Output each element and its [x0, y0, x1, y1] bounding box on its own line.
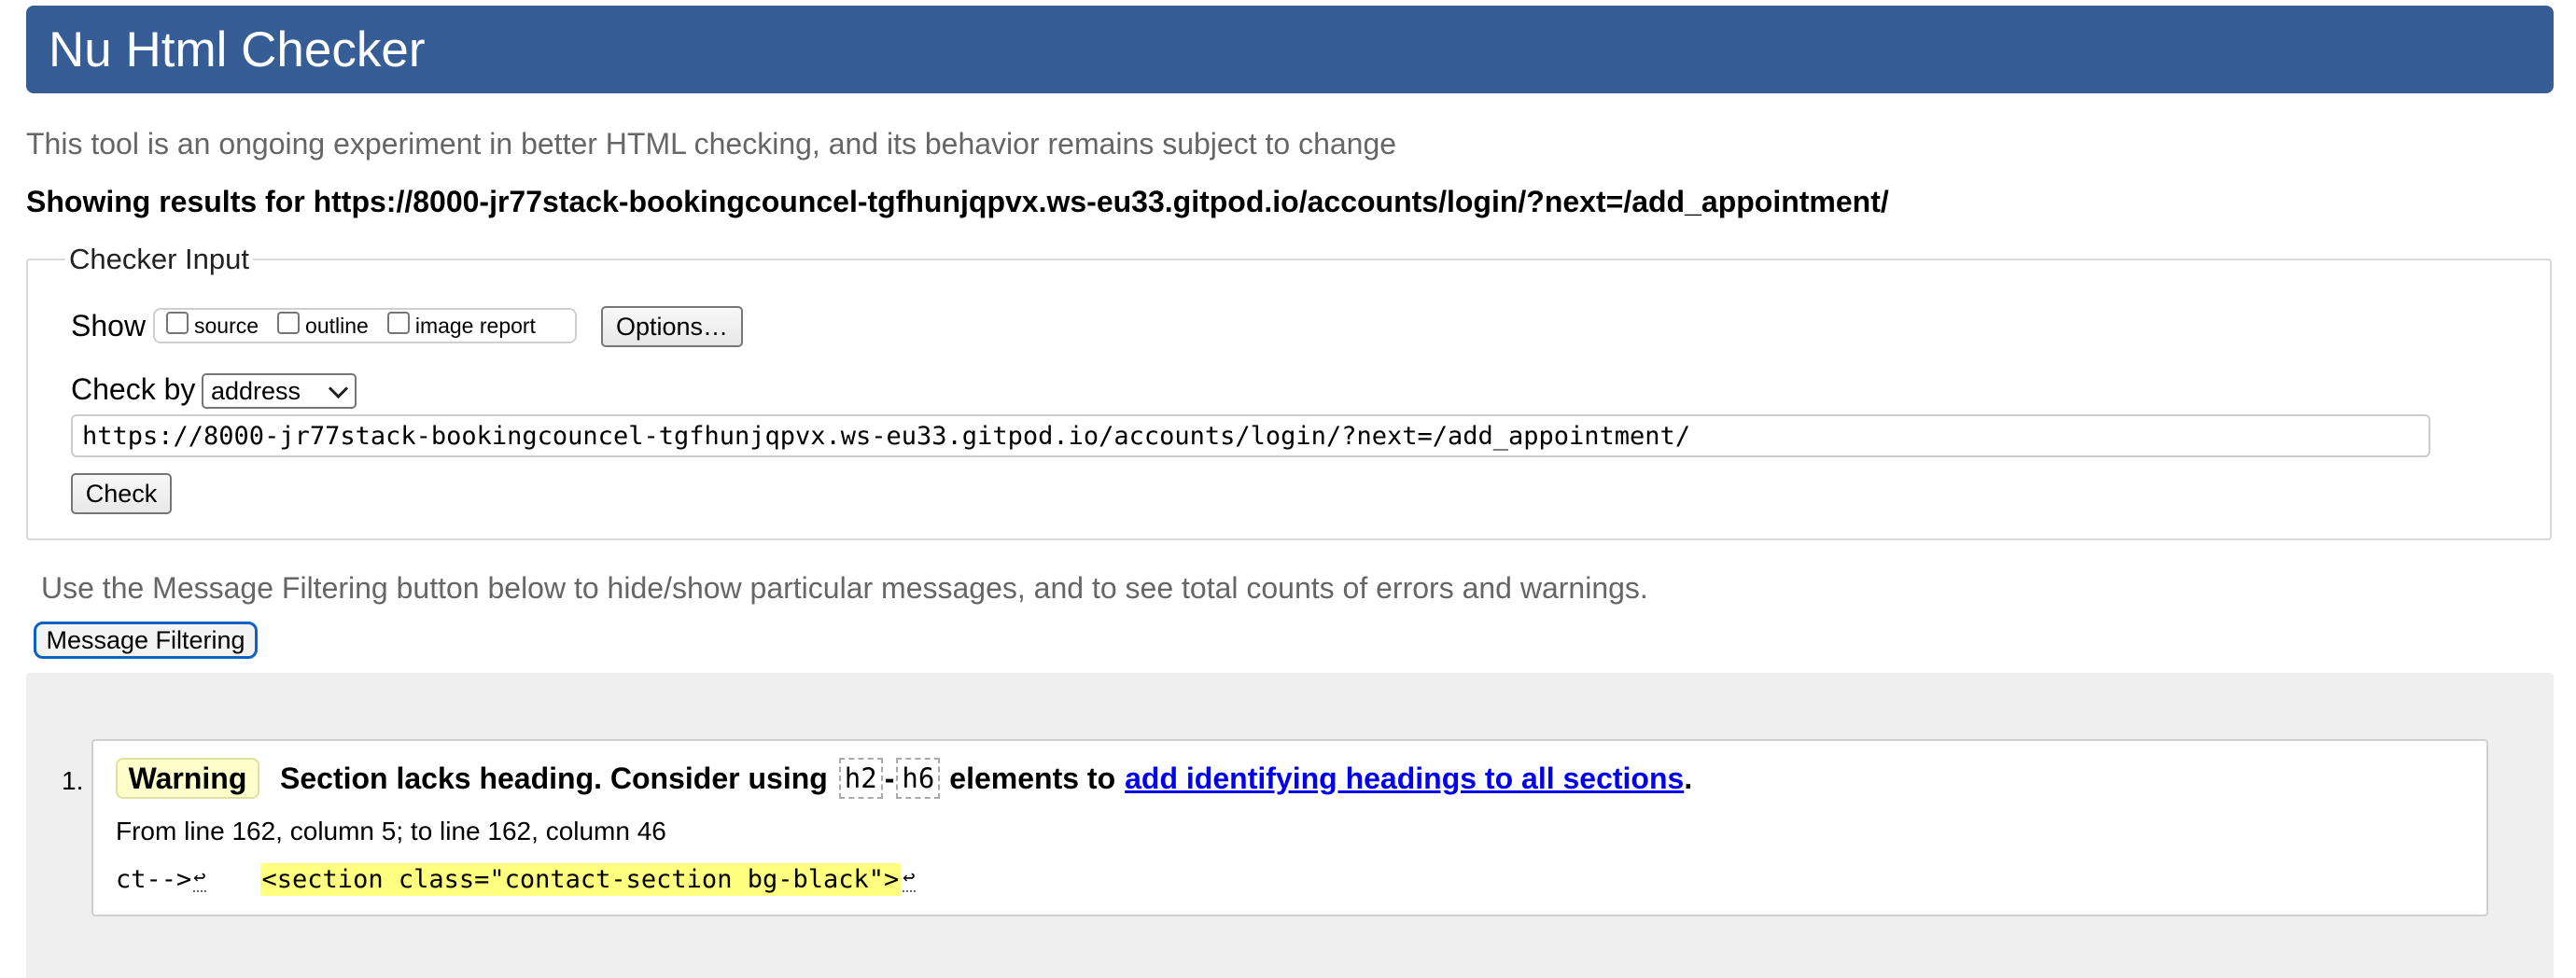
show-source-option[interactable]: source — [166, 312, 259, 339]
message-text-before: Section lacks heading. Consider using — [280, 761, 828, 795]
intro-text: This tool is an ongoing experiment in be… — [26, 127, 1397, 161]
code-h2: h2 — [838, 758, 883, 799]
image-report-checkbox[interactable] — [386, 312, 410, 334]
image-report-checkbox-label: image report — [414, 313, 536, 338]
show-label: Show — [71, 309, 147, 342]
checker-input-legend: Checker Input — [65, 242, 253, 277]
show-options-group: source outline image report — [153, 308, 577, 343]
extract-highlight: <section class="contact-section bg-black… — [259, 862, 902, 896]
results-title: Showing results for https://8000-jr77sta… — [26, 185, 1889, 218]
outline-checkbox-label: outline — [305, 313, 369, 338]
message-item: Warning Section lacks heading. Consider … — [91, 739, 2488, 916]
code-dash: - — [884, 761, 895, 795]
message-filtering-button[interactable]: Message Filtering — [34, 622, 258, 659]
options-button[interactable]: Options… — [601, 306, 743, 347]
check-by-label: Check by — [71, 372, 196, 406]
code-extract: ct--> ↩ <section class="contact-section … — [116, 862, 916, 896]
message-text-end: . — [1684, 761, 1693, 795]
checker-input-fieldset: Checker Input Show source outline image … — [26, 242, 2552, 540]
line-feed-icon: ↩ — [903, 866, 916, 892]
source-checkbox-label: source — [194, 313, 259, 338]
chevron-down-icon — [328, 378, 349, 399]
page-title: Nu Html Checker — [49, 22, 426, 77]
message-text: Section lacks heading. Consider using h2… — [280, 758, 1692, 799]
url-input[interactable]: https://8000-jr77stack-bookingcouncel-tg… — [71, 414, 2430, 457]
message-location: From line 162, column 5; to line 162, co… — [116, 817, 666, 845]
message-number: 1. — [62, 766, 84, 795]
warning-badge: Warning — [116, 758, 259, 799]
code-h6: h6 — [896, 758, 941, 799]
show-image-report-option[interactable]: image report — [386, 312, 536, 339]
page-header: Nu Html Checker — [26, 6, 2554, 93]
line-feed-icon: ↩ — [193, 866, 206, 892]
check-by-selected-value: address — [211, 376, 301, 405]
headings-help-link[interactable]: add identifying headings to all sections — [1125, 761, 1684, 796]
source-checkbox[interactable] — [166, 312, 189, 334]
show-outline-option[interactable]: outline — [277, 312, 369, 339]
check-by-select[interactable]: address — [202, 373, 357, 409]
message-text-middle: elements to — [949, 761, 1116, 795]
filter-note: Use the Message Filtering button below t… — [41, 571, 1648, 605]
extract-before: ct--> — [116, 864, 192, 894]
check-button[interactable]: Check — [71, 473, 172, 514]
outline-checkbox[interactable] — [277, 312, 301, 334]
